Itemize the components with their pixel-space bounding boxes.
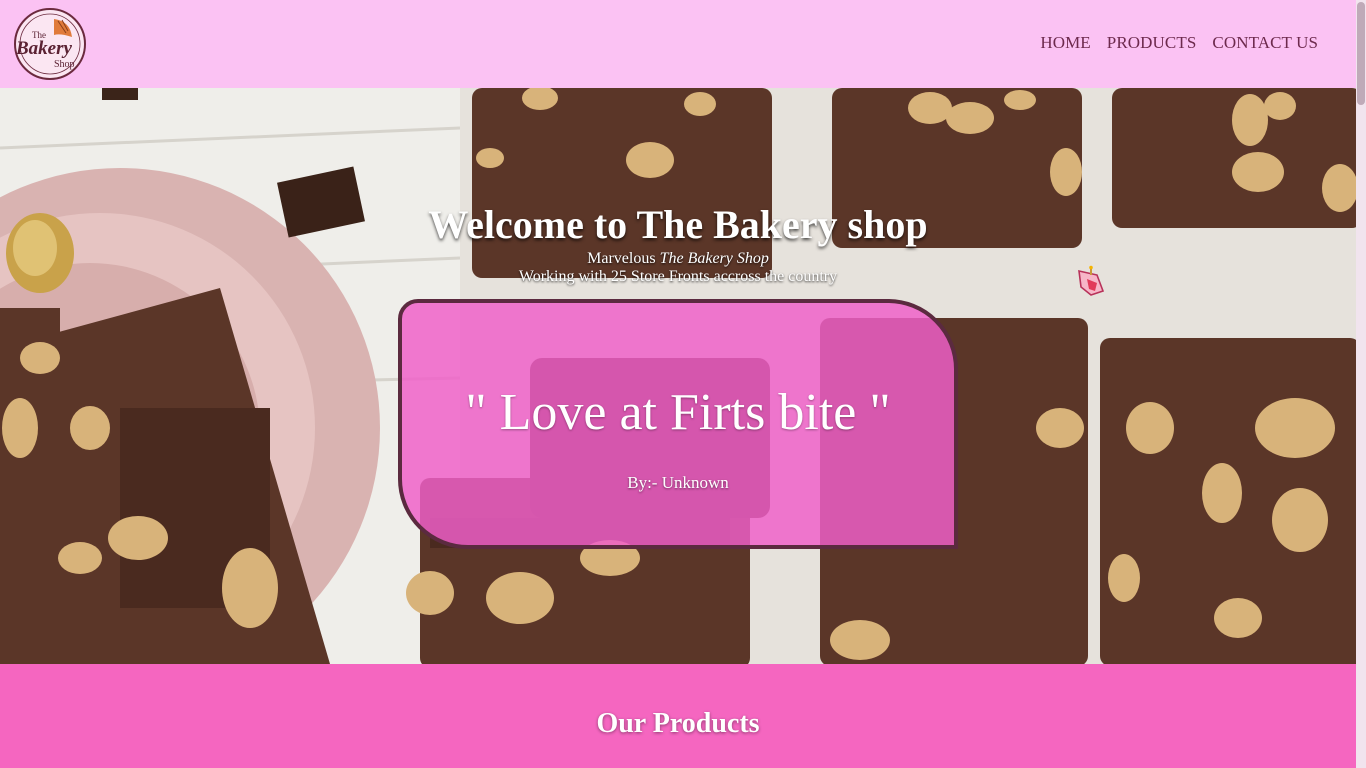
cake-cursor-icon	[1078, 265, 1105, 296]
hero-heading-block: Welcome to The Bakery shop Marvelous The…	[0, 200, 1356, 286]
hero-section: Welcome to The Bakery shop Marvelous The…	[0, 88, 1356, 664]
hero-subtitle-prefix: Marvelous	[587, 250, 660, 267]
quote-text: " Love at Firts bite "	[465, 384, 891, 441]
logo-bottom-text: Shop	[54, 59, 75, 70]
main-nav: HOME PRODUCTS CONTACT US	[1040, 33, 1318, 53]
hero-subtitle: Marvelous The Bakery Shop	[0, 250, 1356, 268]
nav-contact-link[interactable]: CONTACT US	[1212, 33, 1318, 53]
logo-main-text: Bakery	[15, 38, 73, 59]
vertical-scrollbar[interactable]	[1356, 0, 1366, 768]
hero-title: Welcome to The Bakery shop	[428, 202, 928, 247]
site-header: The Bakery Shop HOME PRODUCTS CONTACT US	[0, 0, 1356, 88]
bakery-logo[interactable]: The Bakery Shop	[8, 7, 92, 81]
nav-products-link[interactable]: PRODUCTS	[1107, 33, 1197, 53]
quote-card: " Love at Firts bite " By:- Unknown	[398, 299, 958, 549]
quote-author: By:- Unknown	[627, 473, 729, 492]
products-section: Our Products	[0, 664, 1356, 768]
hero-subtitle-brand: The Bakery Shop	[659, 250, 769, 267]
scrollbar-thumb[interactable]	[1357, 2, 1365, 105]
page: The Bakery Shop HOME PRODUCTS CONTACT US	[0, 0, 1356, 768]
hero-subtitle-line2: Working with 25 Store Fronts accross the…	[518, 268, 838, 285]
nav-home-link[interactable]: HOME	[1040, 33, 1090, 53]
products-heading: Our Products	[596, 708, 760, 739]
